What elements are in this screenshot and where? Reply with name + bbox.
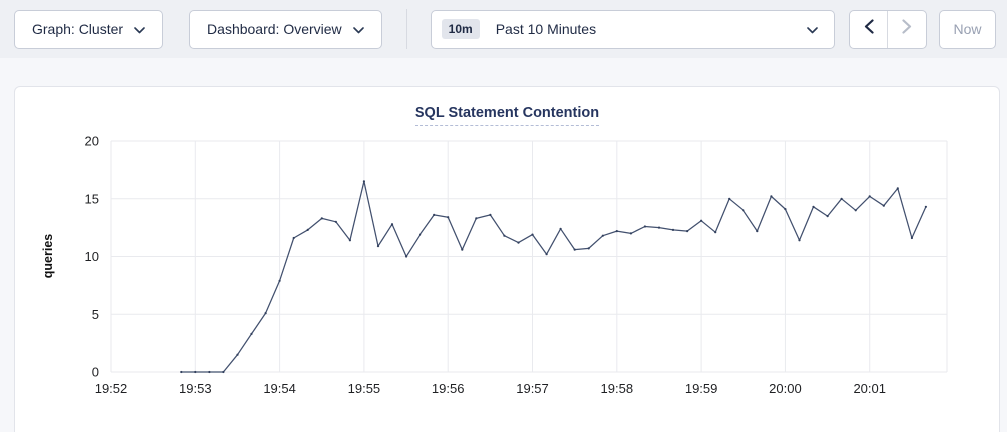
x-tick-label: 20:01 xyxy=(853,381,886,396)
data-point xyxy=(208,371,210,373)
data-point xyxy=(405,255,407,257)
data-point xyxy=(250,333,252,335)
data-point xyxy=(321,217,323,219)
x-tick-label: 19:56 xyxy=(432,381,465,396)
data-point xyxy=(307,229,309,231)
data-point xyxy=(897,187,899,189)
data-point xyxy=(377,245,379,247)
data-point xyxy=(503,235,505,237)
data-point xyxy=(602,235,604,237)
data-point xyxy=(546,253,548,255)
data-point xyxy=(517,242,519,244)
data-point xyxy=(784,208,786,210)
toolbar: Graph: Cluster Dashboard: Overview 10m P… xyxy=(0,0,1007,58)
data-point xyxy=(475,217,477,219)
y-tick-label: 5 xyxy=(92,307,99,322)
data-point xyxy=(644,225,646,227)
data-point xyxy=(419,234,421,236)
x-tick-label: 19:55 xyxy=(348,381,381,396)
x-tick-label: 19:58 xyxy=(601,381,634,396)
now-button-label: Now xyxy=(953,21,981,37)
data-point xyxy=(574,249,576,251)
dashboard-dropdown[interactable]: Dashboard: Overview xyxy=(189,10,382,49)
time-preset-badge: 10m xyxy=(442,19,480,39)
data-point xyxy=(742,209,744,211)
data-point xyxy=(616,230,618,232)
x-tick-label: 19:54 xyxy=(263,381,296,396)
data-point xyxy=(194,371,196,373)
data-point xyxy=(770,195,772,197)
chevron-left-icon xyxy=(864,19,874,39)
time-next-button[interactable] xyxy=(888,11,926,48)
data-point xyxy=(265,312,267,314)
data-point xyxy=(798,239,800,241)
chevron-down-icon xyxy=(134,21,145,37)
data-point xyxy=(236,354,238,356)
data-point xyxy=(672,229,674,231)
data-point xyxy=(363,180,365,182)
dashboard-dropdown-label: Dashboard: Overview xyxy=(207,21,342,37)
chart-title[interactable]: SQL Statement Contention xyxy=(415,105,599,126)
time-range-dropdown[interactable]: 10m Past 10 Minutes xyxy=(431,10,835,49)
sql-contention-chart[interactable]: 0 5 10 15 20 19:52 19:53 19:54 19:55 19:56 19:57 19… xyxy=(15,130,999,405)
now-button[interactable]: Now xyxy=(939,10,996,49)
x-tick-label: 19:53 xyxy=(179,381,212,396)
time-range-label: Past 10 Minutes xyxy=(496,21,596,37)
time-nav-group xyxy=(849,10,927,49)
x-tick-label: 19:57 xyxy=(516,381,549,396)
data-point xyxy=(293,237,295,239)
data-point xyxy=(658,227,660,229)
main-content: SQL Statement Contention 0 5 10 15 20 19:52 19… xyxy=(0,58,1007,432)
chevron-down-icon xyxy=(807,21,818,37)
data-point xyxy=(222,371,224,373)
x-tick-label: 19:59 xyxy=(685,381,718,396)
chevron-down-icon xyxy=(353,21,364,37)
y-tick-label: 20 xyxy=(85,134,99,149)
x-tick-label: 19:52 xyxy=(95,381,128,396)
data-point xyxy=(531,234,533,236)
data-point xyxy=(841,198,843,200)
graph-dropdown[interactable]: Graph: Cluster xyxy=(14,10,163,49)
data-point xyxy=(433,214,435,216)
chevron-right-icon xyxy=(902,19,912,39)
data-point xyxy=(461,249,463,251)
data-point xyxy=(869,195,871,197)
data-point xyxy=(911,237,913,239)
graph-dropdown-label: Graph: Cluster xyxy=(32,21,123,37)
data-point xyxy=(700,220,702,222)
data-point xyxy=(349,239,351,241)
y-axis-label: queries xyxy=(41,234,55,279)
data-point xyxy=(180,371,182,373)
data-point xyxy=(447,216,449,218)
chart-card: SQL Statement Contention 0 5 10 15 20 19:52 19… xyxy=(14,86,1000,432)
data-point xyxy=(391,223,393,225)
data-point xyxy=(588,247,590,249)
x-tick-label: 20:00 xyxy=(769,381,802,396)
series-line-queries xyxy=(181,181,926,372)
data-point xyxy=(279,280,281,282)
data-point xyxy=(883,205,885,207)
y-tick-label: 15 xyxy=(85,191,99,206)
data-point xyxy=(714,231,716,233)
data-point xyxy=(728,198,730,200)
data-point xyxy=(925,206,927,208)
data-point xyxy=(335,221,337,223)
data-point xyxy=(630,232,632,234)
toolbar-divider xyxy=(406,9,407,49)
data-point xyxy=(489,214,491,216)
data-point xyxy=(827,215,829,217)
data-point xyxy=(756,230,758,232)
data-point xyxy=(560,228,562,230)
data-point xyxy=(812,206,814,208)
data-point xyxy=(686,230,688,232)
y-tick-label: 10 xyxy=(85,249,99,264)
time-prev-button[interactable] xyxy=(850,11,888,48)
data-point xyxy=(855,209,857,211)
y-tick-label: 0 xyxy=(92,365,99,380)
